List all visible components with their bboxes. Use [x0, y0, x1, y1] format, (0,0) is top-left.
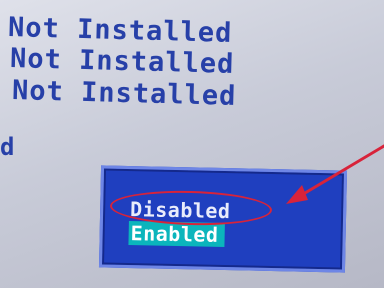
- setting-label-fragment: d: [0, 133, 15, 161]
- device-status-line: Not Installed: [11, 75, 237, 112]
- device-status-line: Not Installed: [9, 43, 235, 80]
